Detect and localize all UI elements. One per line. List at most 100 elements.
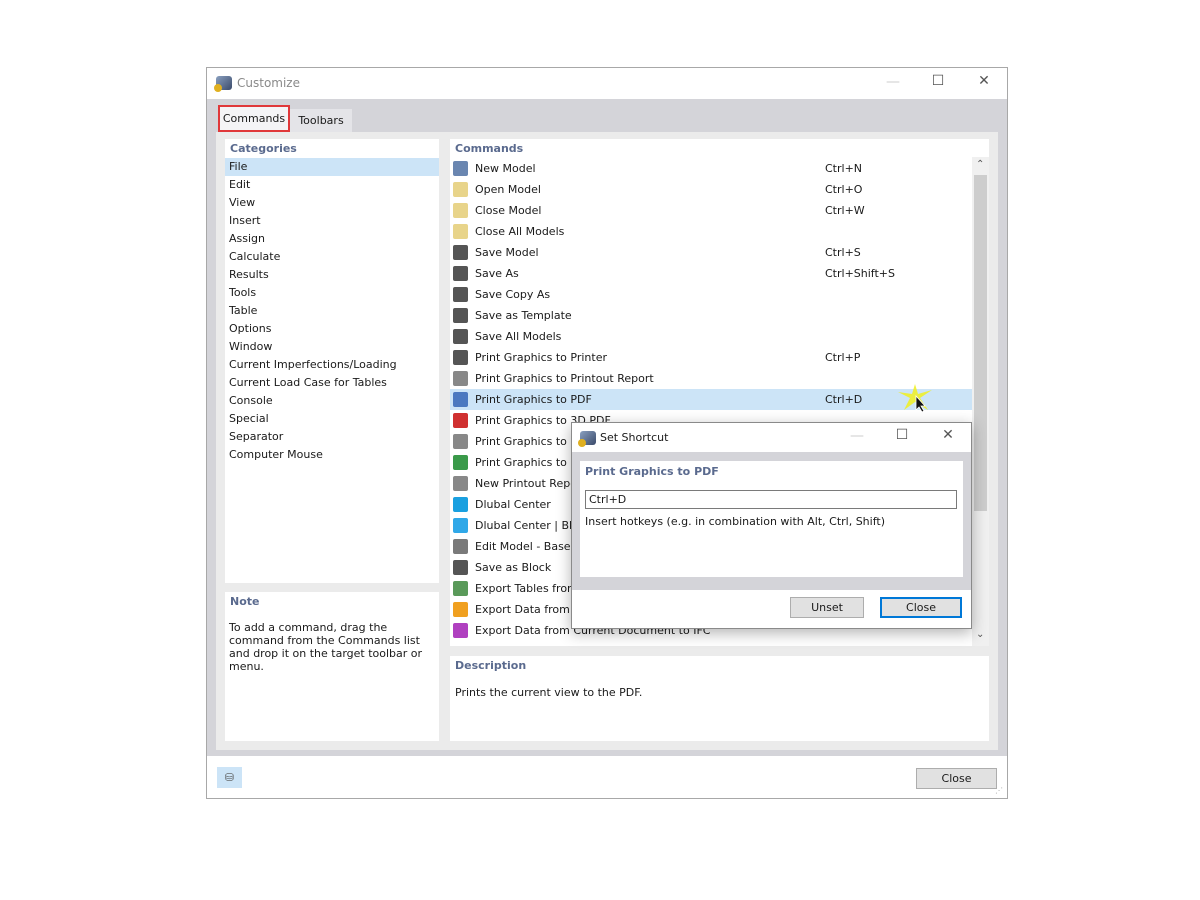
category-item[interactable]: Current Imperfections/Loading	[225, 356, 439, 374]
dialog-title-bar: Set Shortcut — ☐ ✕	[572, 423, 971, 452]
category-item[interactable]: Table	[225, 302, 439, 320]
categories-header: Categories	[230, 142, 297, 155]
shortcut-input[interactable]: Ctrl+D	[585, 490, 957, 509]
dialog-button-bar: Unset Close	[572, 590, 971, 628]
category-item[interactable]: Tools	[225, 284, 439, 302]
set-shortcut-dialog: Set Shortcut — ☐ ✕ Print Graphics to PDF…	[571, 422, 972, 629]
category-item[interactable]: Insert	[225, 212, 439, 230]
command-label: New Model	[475, 162, 536, 175]
tab-toolbars[interactable]: Toolbars	[290, 109, 352, 132]
category-item[interactable]: Results	[225, 266, 439, 284]
print-3d-pdf-icon	[453, 413, 468, 428]
scrollbar[interactable]: ⌃ ⌄	[972, 157, 989, 646]
dialog-close-icon[interactable]: ✕	[933, 427, 963, 443]
command-item[interactable]: Close Model Ctrl+W	[450, 200, 972, 221]
command-item[interactable]: Save as Template	[450, 305, 972, 326]
scrollbar-thumb[interactable]	[974, 175, 987, 511]
note-panel: Note To add a command, drag the command …	[225, 592, 439, 741]
save-all-icon	[453, 329, 468, 344]
command-label: Print Graphics to Printer	[475, 351, 608, 364]
command-label: Save As	[475, 267, 519, 280]
dialog-title: Set Shortcut	[600, 431, 669, 444]
dialog-minimize-button[interactable]: —	[842, 428, 872, 444]
command-label: Dlubal Center	[475, 498, 551, 511]
save-icon	[453, 245, 468, 260]
tab-commands[interactable]: Commands	[218, 105, 290, 132]
shortcut-hint: Insert hotkeys (e.g. in combination with…	[585, 515, 885, 528]
maximize-button[interactable]: ☐	[923, 73, 953, 89]
description-panel: Description Prints the current view to t…	[450, 656, 989, 741]
category-item[interactable]: Computer Mouse	[225, 446, 439, 464]
print-clipboard-icon	[453, 434, 468, 449]
database-export-icon[interactable]: ⛁	[217, 767, 242, 788]
categories-list[interactable]: File Edit View Insert Assign Calculate Results…	[225, 158, 439, 464]
close-button[interactable]: Close	[916, 768, 997, 789]
scroll-up-icon[interactable]: ⌃	[976, 159, 984, 170]
close-all-folders-icon	[453, 224, 468, 239]
export-xml-icon	[453, 602, 468, 617]
resize-grip[interactable]: ⋰	[995, 786, 1003, 795]
command-label: Open Model	[475, 183, 541, 196]
command-item[interactable]: Save Model Ctrl+S	[450, 242, 972, 263]
commands-header: Commands	[455, 142, 524, 155]
mouse-cursor-icon	[898, 384, 932, 413]
command-shortcut: Ctrl+S	[825, 246, 861, 259]
command-label: Print Graphics to C	[475, 435, 579, 448]
dlubal-center-block-icon	[453, 518, 468, 533]
category-item[interactable]: File	[225, 158, 439, 176]
category-item[interactable]: Edit	[225, 176, 439, 194]
print-file-icon	[453, 455, 468, 470]
dialog-command-name: Print Graphics to PDF	[585, 465, 719, 478]
command-item[interactable]: Print Graphics to PDF Ctrl+D	[450, 389, 972, 410]
command-item[interactable]: Save All Models	[450, 326, 972, 347]
footer: ⛁ Close ⋰	[207, 756, 1007, 798]
edit-model-icon	[453, 539, 468, 554]
command-item[interactable]: Open Model Ctrl+O	[450, 179, 972, 200]
category-item[interactable]: Console	[225, 392, 439, 410]
command-item[interactable]: Save Copy As	[450, 284, 972, 305]
printer-icon	[453, 350, 468, 365]
command-shortcut: Ctrl+Shift+S	[825, 267, 895, 280]
category-item[interactable]: Window	[225, 338, 439, 356]
category-item[interactable]: Calculate	[225, 248, 439, 266]
command-label: Save as Template	[475, 309, 572, 322]
category-item[interactable]: Special	[225, 410, 439, 428]
command-item[interactable]: New Model Ctrl+N	[450, 158, 972, 179]
command-label: Save Model	[475, 246, 539, 259]
open-folder-icon	[453, 182, 468, 197]
command-label: Print Graphics to PDF	[475, 393, 592, 406]
command-item[interactable]: Close All Models	[450, 221, 972, 242]
category-item[interactable]: Current Load Case for Tables	[225, 374, 439, 392]
note-text: To add a command, drag the command from …	[229, 621, 423, 673]
command-label: Save as Block	[475, 561, 552, 574]
command-shortcut: Ctrl+P	[825, 351, 861, 364]
command-shortcut: Ctrl+N	[825, 162, 863, 175]
category-item[interactable]: Separator	[225, 428, 439, 446]
dialog-maximize-button[interactable]: ☐	[887, 427, 917, 443]
category-item[interactable]: View	[225, 194, 439, 212]
app-icon	[214, 76, 232, 92]
close-window-button[interactable]: ✕	[969, 73, 999, 89]
command-label: Save Copy As	[475, 288, 551, 301]
title-bar: Customize — ☐ ✕	[207, 68, 1007, 99]
description-text: Prints the current view to the PDF.	[455, 686, 643, 699]
minimize-button[interactable]: —	[878, 74, 908, 90]
command-label: Print Graphics to Printout Report	[475, 372, 654, 385]
command-item[interactable]: Save As Ctrl+Shift+S	[450, 263, 972, 284]
category-item[interactable]: Options	[225, 320, 439, 338]
export-tables-icon	[453, 581, 468, 596]
command-shortcut: Ctrl+O	[825, 183, 863, 196]
command-item[interactable]: Print Graphics to Printout Report	[450, 368, 972, 389]
close-folder-icon	[453, 203, 468, 218]
command-label: Print Graphics to F	[475, 456, 577, 469]
command-label: Dlubal Center | Blo	[475, 519, 579, 532]
command-item[interactable]: Print Graphics to Printer Ctrl+P	[450, 347, 972, 368]
category-item[interactable]: Assign	[225, 230, 439, 248]
new-printout-report-icon	[453, 476, 468, 491]
command-shortcut: Ctrl+D	[825, 393, 863, 406]
dialog-close-button[interactable]: Close	[880, 597, 962, 618]
window-title: Customize	[237, 76, 300, 90]
scroll-down-icon[interactable]: ⌄	[976, 629, 984, 640]
unset-button[interactable]: Unset	[790, 597, 864, 618]
cursor-highlight	[898, 384, 932, 413]
